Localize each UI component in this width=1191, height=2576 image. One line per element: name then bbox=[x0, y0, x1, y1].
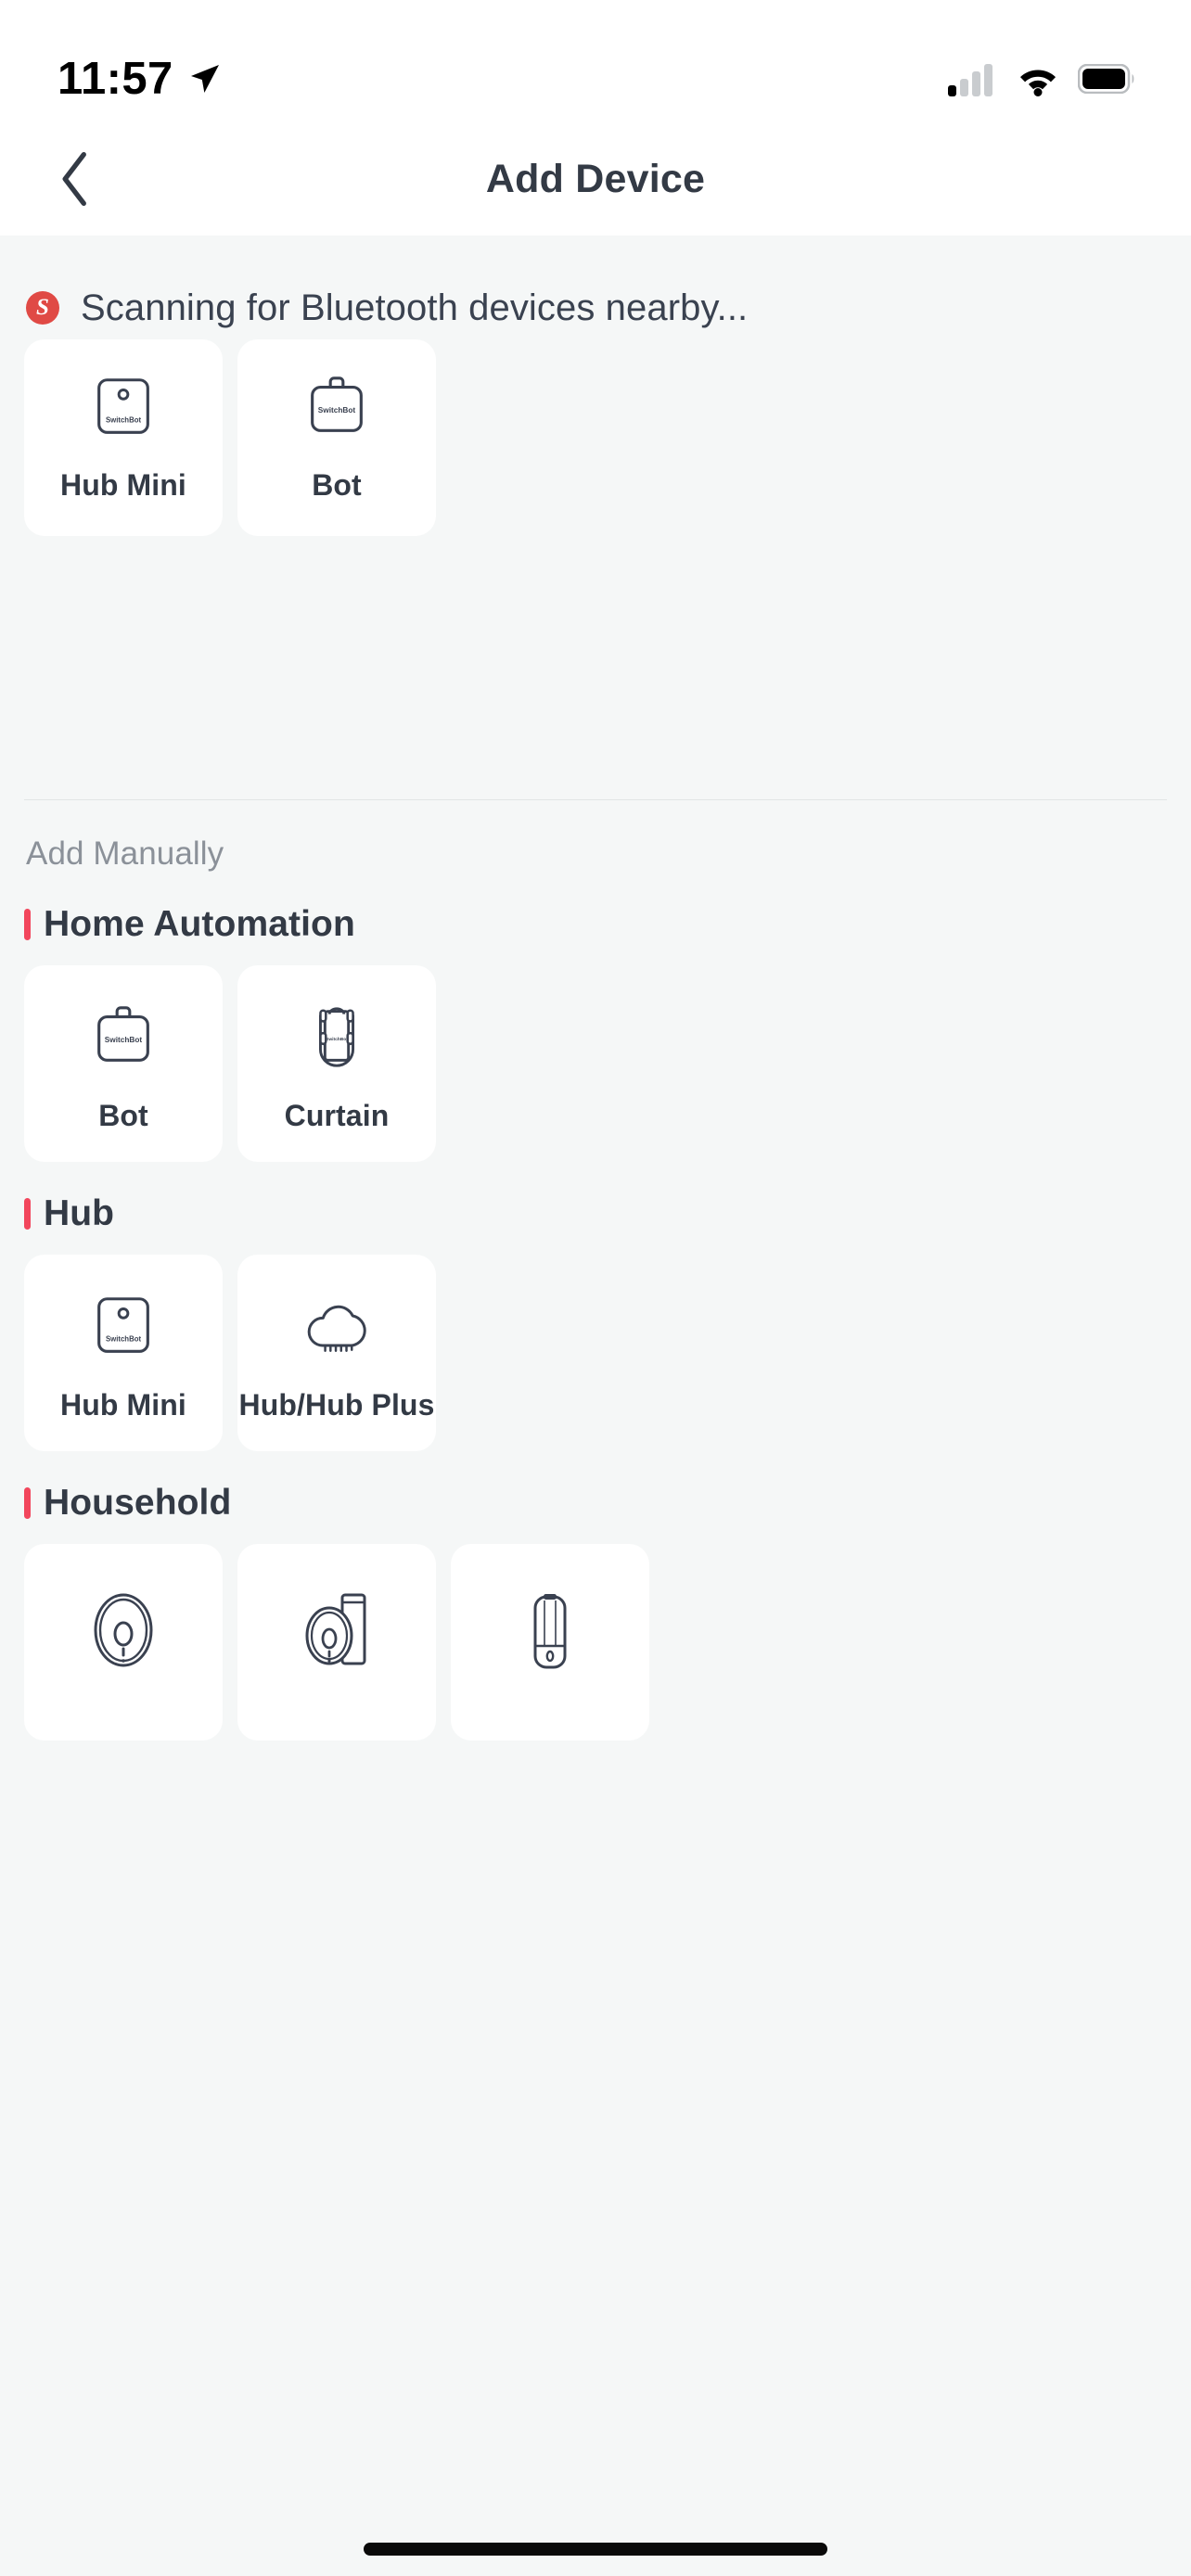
chevron-left-icon bbox=[62, 152, 86, 206]
navigation-bar: Add Device bbox=[0, 122, 1191, 236]
status-bar-right bbox=[948, 61, 1135, 96]
device-card-hub-plus[interactable]: Hub/Hub Plus bbox=[237, 1255, 436, 1451]
home-automation-grid: SwitchBot Bot SwitchBot Curtain bbox=[0, 965, 1191, 1162]
switchbot-logo-letter: S bbox=[36, 295, 49, 320]
section-title: Hub bbox=[44, 1193, 115, 1233]
svg-text:SwitchBot: SwitchBot bbox=[326, 1037, 348, 1042]
svg-text:SwitchBot: SwitchBot bbox=[105, 1036, 143, 1044]
svg-text:SwitchBot: SwitchBot bbox=[106, 416, 142, 425]
curtain-icon: SwitchBot bbox=[301, 1001, 373, 1073]
battery-full-icon bbox=[1078, 64, 1134, 94]
robot-vacuum-icon bbox=[81, 1588, 166, 1672]
cellular-signal-icon bbox=[948, 64, 992, 96]
device-card-hub-mini[interactable]: SwitchBot Hub Mini bbox=[24, 1255, 223, 1451]
page-title: Add Device bbox=[485, 156, 706, 201]
hub-grid: SwitchBot Hub Mini Hub/Hub Plus bbox=[0, 1255, 1191, 1451]
device-label: Bot bbox=[98, 1099, 148, 1132]
phone-screen: 11:57 Add Device S Scanning for Bluetoot… bbox=[0, 0, 1191, 2576]
device-card-robot-vacuum-dock[interactable] bbox=[237, 1544, 436, 1741]
scanning-status-text: Scanning for Bluetooth devices nearby... bbox=[81, 287, 749, 328]
device-label: Hub Mini bbox=[60, 1388, 186, 1422]
section-accent-bar bbox=[24, 909, 31, 940]
status-bar: 11:57 bbox=[0, 0, 1191, 122]
device-label: Curtain bbox=[284, 1099, 390, 1132]
wifi-icon bbox=[1020, 70, 1056, 96]
svg-text:SwitchBot: SwitchBot bbox=[106, 1335, 142, 1344]
robot-vacuum-dock-icon bbox=[294, 1588, 379, 1672]
section-header-household: Household bbox=[0, 1483, 1191, 1524]
device-card-curtain[interactable]: SwitchBot Curtain bbox=[237, 965, 436, 1162]
scanned-devices-grid: SwitchBot Hub Mini SwitchBot Bot bbox=[0, 339, 1191, 536]
section-accent-bar bbox=[24, 1198, 31, 1230]
hub-cloud-icon bbox=[297, 1290, 377, 1362]
location-arrow-icon bbox=[190, 65, 219, 93]
section-title: Household bbox=[44, 1483, 232, 1523]
bot-icon: SwitchBot bbox=[301, 371, 373, 443]
status-bar-left: 11:57 bbox=[58, 53, 224, 104]
section-title: Home Automation bbox=[44, 904, 355, 944]
page-content: S Scanning for Bluetooth devices nearby.… bbox=[0, 236, 1191, 2576]
household-grid bbox=[0, 1544, 1191, 1741]
scanned-device-card-hub-mini[interactable]: SwitchBot Hub Mini bbox=[24, 339, 223, 536]
home-indicator[interactable] bbox=[364, 2543, 827, 2556]
scanning-status-row: S Scanning for Bluetooth devices nearby.… bbox=[0, 236, 1191, 339]
back-button[interactable] bbox=[24, 122, 126, 236]
device-card-humidifier[interactable] bbox=[451, 1544, 649, 1741]
section-header-home-automation: Home Automation bbox=[0, 904, 1191, 945]
svg-text:SwitchBot: SwitchBot bbox=[318, 406, 356, 414]
scanned-device-card-bot[interactable]: SwitchBot Bot bbox=[237, 339, 436, 536]
humidifier-icon bbox=[507, 1588, 593, 1672]
switchbot-logo-icon: S bbox=[26, 291, 59, 325]
bot-icon: SwitchBot bbox=[87, 1001, 160, 1073]
device-card-bot[interactable]: SwitchBot Bot bbox=[24, 965, 223, 1162]
device-card-robot-vacuum[interactable] bbox=[24, 1544, 223, 1741]
status-time: 11:57 bbox=[58, 53, 173, 104]
hub-mini-icon: SwitchBot bbox=[87, 1290, 160, 1362]
section-header-hub: Hub bbox=[0, 1193, 1191, 1234]
add-manually-heading: Add Manually bbox=[26, 835, 224, 872]
hub-mini-icon: SwitchBot bbox=[87, 371, 160, 443]
section-accent-bar bbox=[24, 1487, 31, 1519]
device-label: Hub/Hub Plus bbox=[238, 1388, 435, 1422]
scanned-device-label: Bot bbox=[312, 468, 362, 502]
scanned-device-label: Hub Mini bbox=[60, 468, 186, 502]
